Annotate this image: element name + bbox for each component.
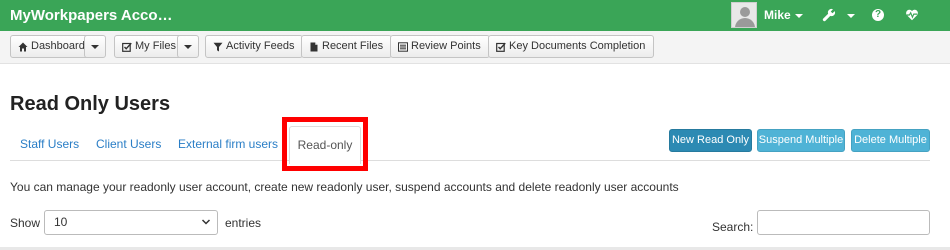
entries-label: entries [225, 216, 262, 230]
chevron-down-icon [184, 45, 192, 49]
activity-feeds-button[interactable]: Activity Feeds [205, 35, 304, 58]
tab-external-firm-users[interactable]: External firm users [178, 137, 278, 151]
dashboard-dropdown-toggle[interactable] [84, 35, 106, 58]
activity-feeds-label: Activity Feeds [226, 40, 295, 52]
user-menu-name[interactable]: Mike [764, 8, 791, 22]
wrench-icon[interactable] [822, 8, 836, 22]
highlight-annotation-box [282, 117, 368, 171]
my-files-dropdown-toggle[interactable] [177, 35, 199, 58]
search-input[interactable] [757, 210, 930, 235]
new-read-only-button[interactable]: New Read Only [669, 129, 752, 152]
filter-icon [213, 42, 223, 52]
tab-client-users[interactable]: Client Users [96, 137, 161, 151]
heartbeat-icon[interactable] [905, 8, 919, 22]
dashboard-button[interactable]: Dashboard [10, 35, 94, 58]
edit-checkbox-icon [496, 42, 506, 52]
list-icon [398, 42, 408, 52]
recent-files-label: Recent Files [322, 40, 384, 52]
show-entries-label: Show [10, 216, 41, 230]
search-label: Search: [712, 220, 754, 234]
entries-select-value: 10 [54, 215, 68, 229]
avatar-body [735, 18, 755, 27]
dashboard-label: Dashboard [31, 40, 85, 52]
avatar-head [740, 7, 750, 17]
suspend-multiple-button[interactable]: Suspend Multiple [757, 129, 845, 152]
user-menu-caret-icon[interactable] [795, 14, 803, 18]
key-documents-completion-button[interactable]: Key Documents Completion [488, 35, 655, 58]
chevron-down-icon [91, 45, 99, 49]
help-icon[interactable]: ? [872, 9, 884, 21]
edit-checkbox-icon [122, 42, 132, 52]
user-avatar[interactable] [731, 2, 757, 28]
my-files-button[interactable]: My Files [114, 35, 185, 58]
file-icon [310, 42, 318, 52]
my-files-label: My Files [135, 40, 176, 52]
chevron-down-icon [201, 219, 211, 225]
key-documents-completion-label: Key Documents Completion [509, 40, 646, 52]
app-title[interactable]: MyWorkpapers Acco… [10, 7, 173, 24]
tools-menu-caret-icon[interactable] [847, 14, 855, 18]
page-description: You can manage your readonly user accoun… [10, 180, 679, 194]
tab-staff-users[interactable]: Staff Users [20, 137, 79, 151]
recent-files-button[interactable]: Recent Files [301, 35, 393, 58]
top-bar: MyWorkpapers Acco… Mike ? [0, 0, 950, 31]
review-points-label: Review Points [411, 40, 481, 52]
page-title: Read Only Users [10, 93, 171, 115]
review-points-button[interactable]: Review Points [390, 35, 490, 58]
entries-per-page-select[interactable]: 10 [44, 210, 218, 235]
nav-toolbar: Dashboard My Files Activity Feeds Recent… [0, 31, 950, 64]
tabs-divider [10, 160, 930, 161]
delete-multiple-button[interactable]: Delete Multiple [851, 129, 930, 152]
home-icon [18, 42, 28, 52]
